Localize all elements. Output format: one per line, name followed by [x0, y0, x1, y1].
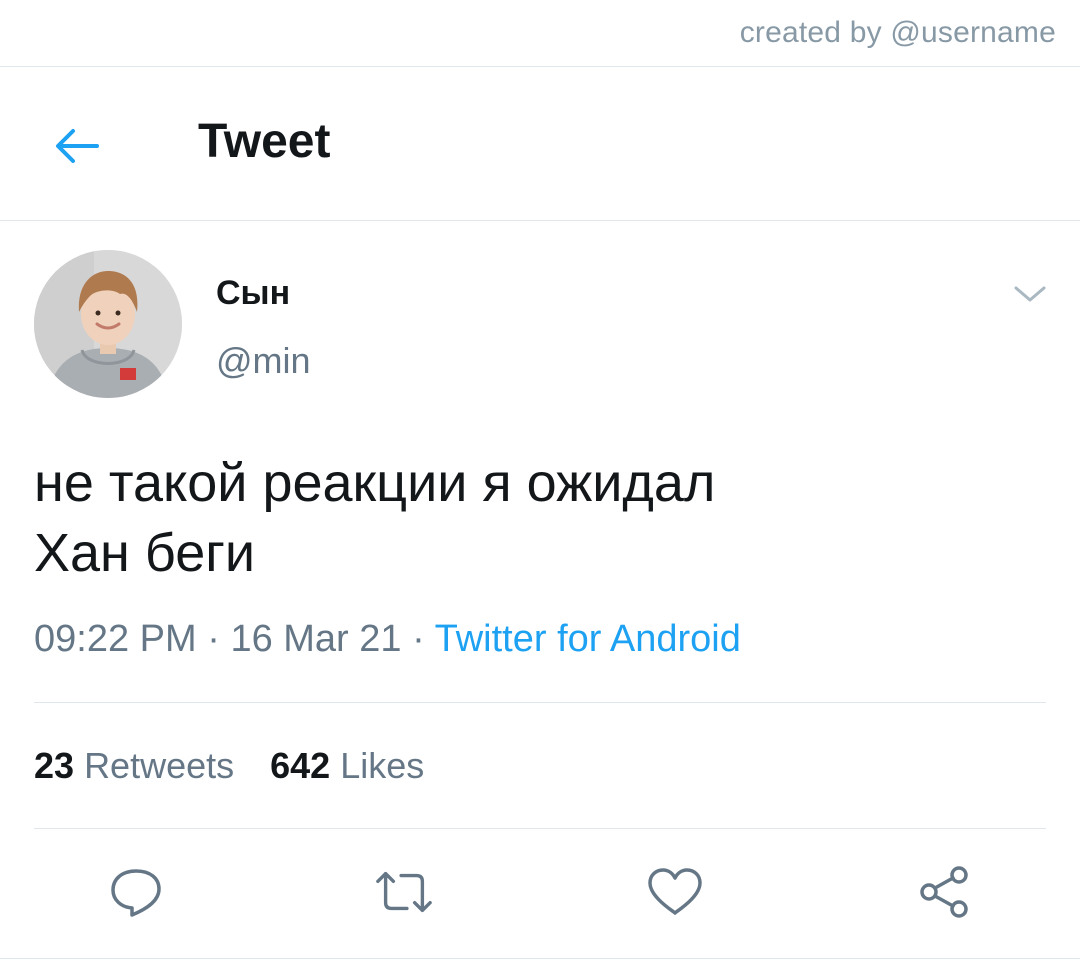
avatar-image	[34, 250, 182, 398]
tweet-date: 16 Mar 21	[230, 618, 402, 660]
share-button[interactable]	[914, 862, 974, 922]
tweet-meta: 09:22 PM · 16 Mar 21 · Twitter for Andro…	[34, 618, 741, 661]
author-name[interactable]: Сын	[216, 274, 290, 313]
page-title: Tweet	[198, 115, 331, 168]
reply-icon	[111, 869, 161, 917]
retweets-stat[interactable]: 23 Retweets	[34, 745, 234, 786]
likes-count: 642	[270, 745, 331, 786]
tweet-stats: 23 Retweets 642 Likes	[34, 745, 424, 787]
tweet-text: не такой реакции я ожидал Хан беги	[34, 448, 1044, 588]
likes-label: Likes	[340, 745, 425, 786]
retweet-icon	[376, 871, 432, 913]
retweets-label: Retweets	[84, 745, 235, 786]
arrow-left-icon	[56, 129, 99, 163]
header-divider	[0, 220, 1080, 221]
bottom-divider	[0, 958, 1080, 959]
retweet-button[interactable]	[374, 862, 434, 922]
author-handle[interactable]: @min	[216, 340, 311, 382]
stats-divider	[34, 828, 1046, 829]
credit-label: created by @username	[739, 16, 1056, 49]
meta-divider	[34, 702, 1046, 703]
header-bar: Tweet	[0, 68, 1080, 220]
like-button[interactable]	[645, 862, 705, 922]
share-icon	[920, 866, 968, 918]
chevron-down-icon	[1014, 286, 1046, 302]
likes-stat[interactable]: 642 Likes	[270, 745, 424, 786]
retweets-count: 23	[34, 745, 75, 786]
heart-icon	[648, 868, 702, 915]
back-button[interactable]	[46, 118, 108, 174]
tweet-text-line: не такой реакции я ожидал	[34, 453, 716, 513]
tweet-source-link[interactable]: Twitter for Android	[435, 618, 741, 660]
more-options-button[interactable]	[1008, 276, 1052, 312]
top-divider	[0, 66, 1080, 67]
avatar[interactable]	[34, 250, 182, 398]
meta-separator: ·	[412, 618, 425, 660]
reply-button[interactable]	[106, 862, 166, 922]
tweet-time: 09:22 PM	[34, 618, 197, 660]
meta-separator: ·	[207, 618, 220, 660]
tweet-text-line: Хан беги	[34, 523, 256, 583]
